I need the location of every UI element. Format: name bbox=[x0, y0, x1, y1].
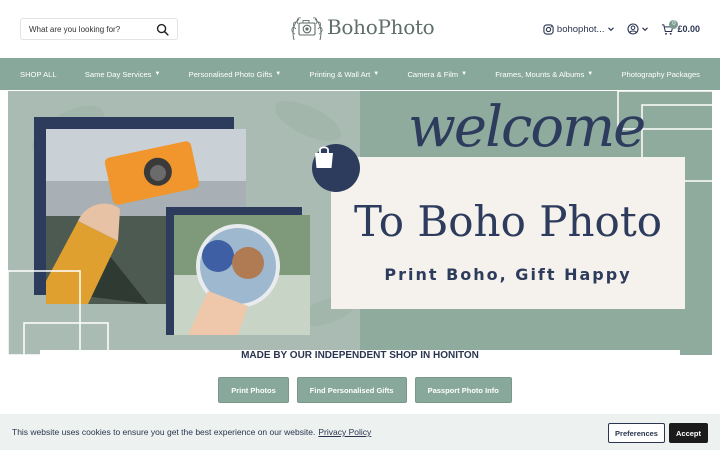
cookie-accept-button[interactable]: Accept bbox=[668, 423, 708, 443]
hero-banner[interactable]: To Boho Photo Print Boho, Gift Happy wel… bbox=[8, 91, 712, 355]
nav-item-label: SHOP ALL bbox=[20, 69, 57, 79]
chevron-down-icon: ▼ bbox=[587, 71, 594, 77]
chevron-down-icon: ▼ bbox=[154, 71, 161, 77]
hero-welcome-script: welcome bbox=[408, 95, 646, 160]
nav-item-frames-mounts-albums[interactable]: Frames, Mounts & Albums ▼ bbox=[495, 70, 593, 79]
print-photos-button[interactable]: Print Photos bbox=[218, 377, 289, 403]
chevron-down-icon bbox=[608, 27, 615, 32]
nav-item-camera-film[interactable]: Camera & Film ▼ bbox=[407, 70, 467, 79]
cta-buttons: Print Photos Find Personalised Gifts Pas… bbox=[0, 377, 720, 403]
site-header: BohoPhoto bohophot... bbox=[0, 0, 720, 58]
search-icon[interactable] bbox=[156, 23, 169, 36]
chevron-down-icon: ▼ bbox=[373, 71, 380, 77]
find-personalised-gifts-button[interactable]: Find Personalised Gifts bbox=[296, 377, 407, 403]
main-navigation: SHOP ALL Same Day Services ▼ Personalised… bbox=[0, 58, 720, 90]
privacy-policy-link[interactable]: Privacy Policy bbox=[318, 427, 371, 437]
nav-item-label: Same Day Services bbox=[84, 69, 152, 79]
site-logo[interactable]: BohoPhoto bbox=[290, 11, 435, 43]
instagram-icon bbox=[543, 23, 554, 35]
user-icon bbox=[627, 23, 640, 35]
cookie-text: This website uses cookies to ensure you … bbox=[12, 427, 316, 437]
nav-item-photography-packages[interactable]: Photography Packages bbox=[621, 70, 700, 79]
nav-item-label: Printing & Wall Art bbox=[309, 69, 371, 79]
cart-total: £0.00 bbox=[677, 24, 700, 34]
nav-item-label: Camera & Film bbox=[407, 69, 459, 79]
shopping-bag-icon bbox=[315, 146, 333, 168]
hero-subtitle: Print Boho, Gift Happy bbox=[384, 265, 632, 284]
cookie-actions: Preferences Accept bbox=[608, 423, 708, 443]
passport-photo-info-button[interactable]: Passport Photo Info bbox=[414, 377, 512, 403]
cookie-banner: This website uses cookies to ensure you … bbox=[0, 414, 720, 450]
search-box[interactable] bbox=[20, 18, 178, 40]
nav-item-label: Personalised Photo Gifts bbox=[188, 69, 273, 79]
cookie-preferences-button[interactable]: Preferences bbox=[608, 423, 665, 443]
header-actions: bohophot... 0 £0.00 bbox=[543, 19, 700, 38]
nav-item-label: Photography Packages bbox=[621, 69, 700, 79]
cart-count-badge: 0 bbox=[669, 19, 679, 29]
made-by-heading: MADE BY OUR INDEPENDENT SHOP IN HONITON bbox=[40, 350, 680, 365]
logo-icon bbox=[291, 17, 323, 41]
nav-item-printing-wall-art[interactable]: Printing & Wall Art ▼ bbox=[309, 70, 379, 79]
shopping-bag-badge bbox=[312, 144, 360, 192]
nav-item-label: Frames, Mounts & Albums bbox=[495, 69, 585, 79]
hero-title: To Boho Photo bbox=[354, 197, 662, 246]
hero-text-panel: To Boho Photo Print Boho, Gift Happy bbox=[331, 157, 685, 309]
nav-item-same-day-services[interactable]: Same Day Services ▼ bbox=[85, 70, 161, 79]
instagram-handle: bohophot... bbox=[556, 23, 605, 35]
search-input[interactable] bbox=[29, 24, 153, 34]
chevron-down-icon: ▼ bbox=[275, 71, 282, 77]
chevron-down-icon: ▼ bbox=[461, 71, 468, 77]
logo-text: BohoPhoto bbox=[327, 15, 435, 39]
nav-item-personalised-photo-gifts[interactable]: Personalised Photo Gifts ▼ bbox=[189, 70, 282, 79]
instagram-link[interactable]: bohophot... bbox=[543, 24, 616, 35]
account-menu[interactable] bbox=[627, 23, 649, 35]
nav-item-shop-all[interactable]: SHOP ALL bbox=[20, 70, 57, 79]
cart-button[interactable]: 0 £0.00 bbox=[661, 19, 700, 36]
chevron-down-icon bbox=[642, 27, 649, 32]
